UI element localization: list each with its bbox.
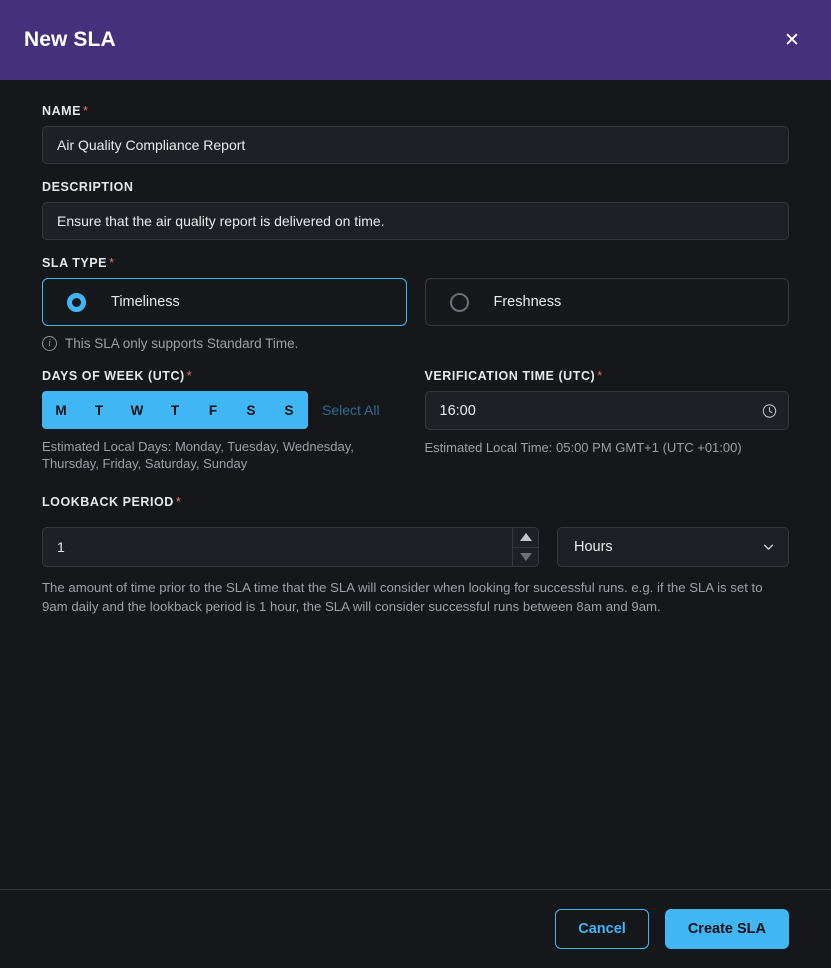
- info-circle-icon: i: [42, 336, 57, 351]
- verification-time-estimated-note: Estimated Local Time: 05:00 PM GMT+1 (UT…: [425, 439, 790, 456]
- day-toggle-sunday[interactable]: S: [270, 391, 308, 429]
- field-sla-type: SLA TYPE* Timeliness Freshness i This SL…: [42, 256, 789, 351]
- schedule-row: DAYS OF WEEK (UTC)* M T W T F S S Select…: [42, 369, 789, 473]
- days-of-week-label: DAYS OF WEEK (UTC)*: [42, 369, 407, 383]
- caret-down-icon: [520, 553, 532, 561]
- modal-body: NAME* DESCRIPTION SLA TYPE* Timeliness F…: [0, 80, 831, 889]
- sla-type-hint-text: This SLA only supports Standard Time.: [65, 336, 298, 351]
- lookback-unit-select[interactable]: Hours: [557, 527, 789, 567]
- verification-time-label: VERIFICATION TIME (UTC)*: [425, 369, 790, 383]
- stepper-increment-button[interactable]: [513, 528, 538, 547]
- verification-time-input[interactable]: [425, 391, 790, 430]
- required-marker: *: [176, 495, 181, 509]
- radio-unselected-icon: [450, 293, 469, 312]
- required-marker: *: [597, 369, 602, 383]
- radio-card-freshness[interactable]: Freshness: [425, 278, 790, 326]
- page-title: New SLA: [24, 28, 116, 52]
- sla-type-label: SLA TYPE*: [42, 256, 789, 270]
- day-toggle-wednesday[interactable]: W: [118, 391, 156, 429]
- days-of-week-control: M T W T F S S Select All: [42, 391, 407, 429]
- cancel-button[interactable]: Cancel: [555, 909, 649, 949]
- lookback-period-description: The amount of time prior to the SLA time…: [42, 578, 789, 617]
- radio-label-timeliness: Timeliness: [111, 294, 180, 310]
- modal-footer: Cancel Create SLA: [0, 889, 831, 968]
- field-days-of-week: DAYS OF WEEK (UTC)* M T W T F S S Select…: [42, 369, 407, 473]
- create-sla-button[interactable]: Create SLA: [665, 909, 789, 949]
- field-description: DESCRIPTION: [42, 180, 789, 240]
- required-marker: *: [83, 104, 88, 118]
- field-lookback-period: LOOKBACK PERIOD* Hours: [42, 495, 789, 617]
- stepper-decrement-button[interactable]: [513, 547, 538, 566]
- modal-header: New SLA ✕: [0, 0, 831, 80]
- new-sla-modal: New SLA ✕ NAME* DESCRIPTION SLA TYPE* Ti…: [0, 0, 831, 968]
- caret-up-icon: [520, 533, 532, 541]
- day-toggle-thursday[interactable]: T: [156, 391, 194, 429]
- close-icon[interactable]: ✕: [777, 25, 807, 55]
- lookback-value-input[interactable]: [42, 527, 512, 567]
- day-toggle-saturday[interactable]: S: [232, 391, 270, 429]
- radio-label-freshness: Freshness: [494, 294, 562, 310]
- day-toggle-monday[interactable]: M: [42, 391, 80, 429]
- day-toggle-friday[interactable]: F: [194, 391, 232, 429]
- days-estimated-note: Estimated Local Days: Monday, Tuesday, W…: [42, 438, 407, 473]
- required-marker: *: [109, 256, 114, 270]
- name-label: NAME*: [42, 104, 789, 118]
- description-label: DESCRIPTION: [42, 180, 789, 194]
- sla-type-hint: i This SLA only supports Standard Time.: [42, 336, 789, 351]
- day-toggle-tuesday[interactable]: T: [80, 391, 118, 429]
- required-marker: *: [187, 369, 192, 383]
- field-verification-time: VERIFICATION TIME (UTC)* Estimated Local…: [425, 369, 790, 473]
- quantity-stepper: [512, 527, 539, 567]
- lookback-unit-control: Hours: [557, 527, 789, 567]
- select-all-link[interactable]: Select All: [322, 402, 380, 418]
- sla-type-options: Timeliness Freshness: [42, 278, 789, 326]
- lookback-controls: Hours: [42, 527, 789, 567]
- radio-card-timeliness[interactable]: Timeliness: [42, 278, 407, 326]
- lookback-number-control: [42, 527, 539, 567]
- days-toggle-group: M T W T F S S: [42, 391, 308, 429]
- verification-time-control: [425, 391, 790, 430]
- radio-selected-icon: [67, 293, 86, 312]
- field-name: NAME*: [42, 104, 789, 164]
- name-input[interactable]: [42, 126, 789, 164]
- description-input[interactable]: [42, 202, 789, 240]
- lookback-period-label: LOOKBACK PERIOD*: [42, 495, 789, 509]
